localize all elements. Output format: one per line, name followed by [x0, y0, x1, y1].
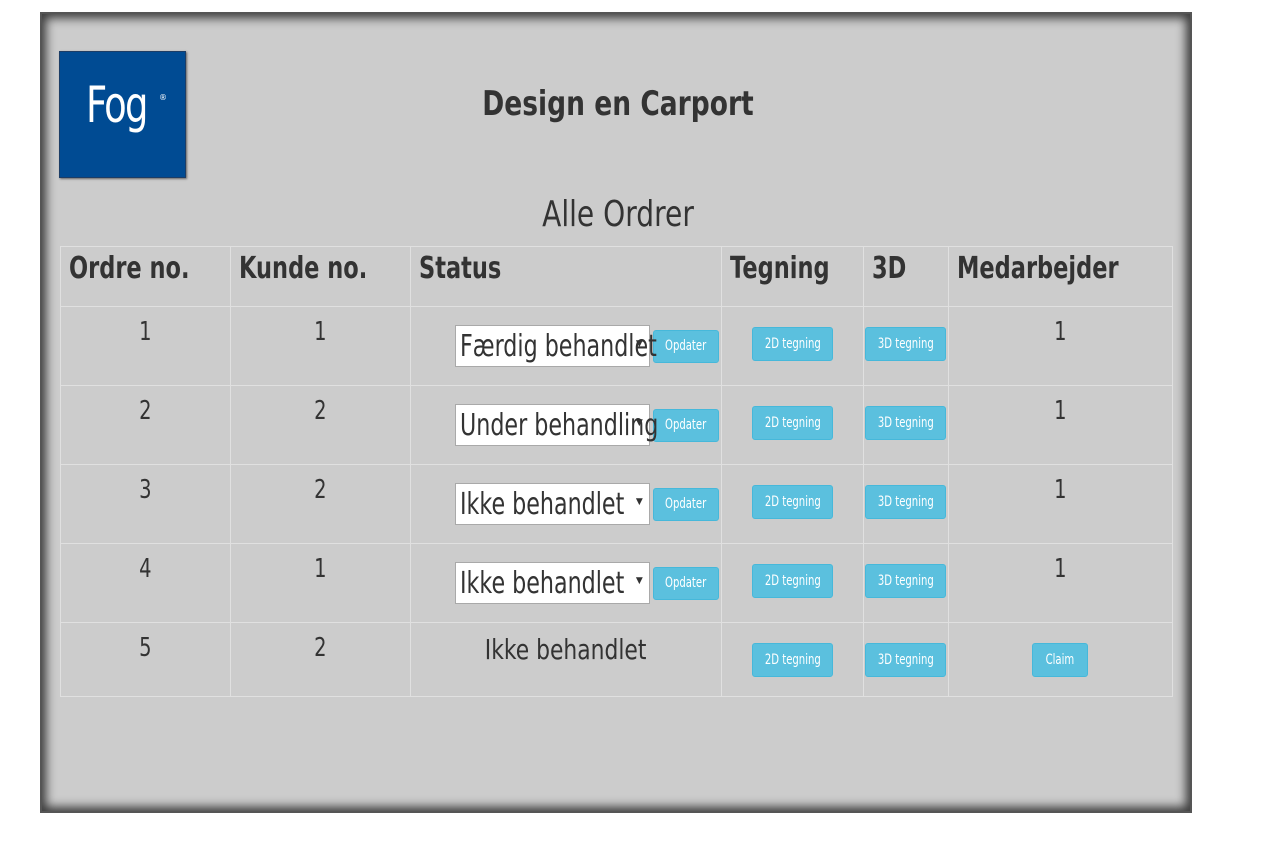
fog-logo[interactable]: Fog ® — [59, 51, 186, 178]
orders-table: Ordre no. Kunde no. Status Tegning 3D Me… — [60, 246, 1174, 697]
customer-number: 2 — [229, 464, 411, 544]
drawing-2d-cell: 2D tegning — [721, 385, 864, 465]
drawing-2d-button[interactable]: 2D tegning — [751, 564, 833, 598]
drawing-3d-button[interactable]: 3D tegning — [865, 564, 947, 598]
status-select-value: Ikke behandlet — [459, 487, 625, 522]
drawing-2d-button[interactable]: 2D tegning — [751, 406, 833, 440]
drawing-2d-cell: 2D tegning — [721, 306, 864, 386]
drawing-2d-cell: 2D tegning — [721, 543, 864, 623]
drawing-2d-cell: 2D tegning — [721, 464, 864, 544]
status-select[interactable]: Under behandling ▼ — [454, 404, 658, 446]
column-header-employee: Medarbejder — [947, 246, 1174, 307]
employee-number: 1 — [947, 385, 1174, 465]
customer-number: 2 — [229, 385, 411, 465]
order-number: 4 — [60, 543, 231, 623]
status-cell: Ikke behandlet ▼ Opdater — [409, 543, 723, 623]
table-row: 3 2 Ikke behandlet ▼ Opdater 2D tegning … — [60, 464, 1174, 544]
dropdown-arrow-icon: ▼ — [635, 418, 643, 428]
column-header-order: Ordre no. — [60, 246, 231, 307]
drawing-3d-cell: 3D tegning — [862, 622, 949, 697]
update-button[interactable]: Opdater — [652, 408, 719, 442]
status-select-value: Færdig behandlet — [459, 329, 657, 364]
status-select[interactable]: Færdig behandlet ▼ — [454, 325, 657, 367]
table-row: 1 1 Færdig behandlet ▼ Opdater 2D tegnin… — [60, 306, 1174, 386]
claim-cell: Claim — [947, 622, 1174, 697]
logo-text: Fog — [86, 76, 148, 134]
column-header-status: Status — [409, 246, 723, 307]
claim-button[interactable]: Claim — [1032, 643, 1089, 677]
employee-number: 1 — [947, 306, 1174, 386]
employee-number: 1 — [947, 543, 1174, 623]
status-cell: Under behandling ▼ Opdater — [409, 385, 723, 465]
customer-number: 1 — [229, 543, 411, 623]
column-header-3d: 3D — [862, 246, 949, 307]
dropdown-arrow-icon: ▼ — [635, 339, 643, 349]
dropdown-arrow-icon: ▼ — [635, 497, 643, 507]
update-button[interactable]: Opdater — [652, 566, 719, 600]
status-select-value: Ikke behandlet — [459, 566, 625, 601]
registered-mark: ® — [159, 93, 167, 102]
drawing-2d-button[interactable]: 2D tegning — [751, 327, 833, 361]
drawing-3d-button[interactable]: 3D tegning — [865, 643, 947, 677]
drawing-3d-cell: 3D tegning — [862, 385, 949, 465]
dropdown-arrow-icon: ▼ — [635, 576, 643, 586]
order-number: 3 — [60, 464, 231, 544]
drawing-2d-cell: 2D tegning — [721, 622, 864, 697]
drawing-3d-cell: 3D tegning — [862, 306, 949, 386]
status-select[interactable]: Ikke behandlet ▼ — [454, 562, 650, 604]
status-select[interactable]: Ikke behandlet ▼ — [454, 483, 650, 525]
column-header-customer: Kunde no. — [229, 246, 411, 307]
app-frame: Fog ® Design en Carport Alle Ordrer Ordr… — [40, 12, 1192, 813]
order-number: 5 — [60, 622, 231, 697]
drawing-3d-button[interactable]: 3D tegning — [865, 485, 947, 519]
table-row: 4 1 Ikke behandlet ▼ Opdater 2D tegning … — [60, 543, 1174, 623]
drawing-3d-button[interactable]: 3D tegning — [865, 406, 947, 440]
table-row: 5 2 Ikke behandlet 2D tegning 3D tegning… — [60, 622, 1174, 697]
drawing-2d-button[interactable]: 2D tegning — [751, 643, 833, 677]
status-cell: Ikke behandlet ▼ Opdater — [409, 464, 723, 544]
update-button[interactable]: Opdater — [652, 487, 719, 521]
table-row: 2 2 Under behandling ▼ Opdater 2D tegnin… — [60, 385, 1174, 465]
order-number: 1 — [60, 306, 231, 386]
drawing-3d-button[interactable]: 3D tegning — [865, 327, 947, 361]
column-header-drawing: Tegning — [721, 246, 864, 307]
table-header-row: Ordre no. Kunde no. Status Tegning 3D Me… — [60, 246, 1174, 307]
customer-number: 1 — [229, 306, 411, 386]
employee-number: 1 — [947, 464, 1174, 544]
section-title: Alle Ordrer — [542, 194, 694, 235]
status-select-value: Under behandling — [459, 408, 659, 443]
drawing-2d-button[interactable]: 2D tegning — [751, 485, 833, 519]
drawing-3d-cell: 3D tegning — [862, 543, 949, 623]
page-title: Design en Carport — [482, 84, 754, 124]
customer-number: 2 — [229, 622, 411, 697]
update-button[interactable]: Opdater — [652, 329, 719, 363]
drawing-3d-cell: 3D tegning — [862, 464, 949, 544]
order-number: 2 — [60, 385, 231, 465]
status-text: Ikke behandlet — [409, 622, 723, 697]
status-cell: Færdig behandlet ▼ Opdater — [409, 306, 723, 386]
